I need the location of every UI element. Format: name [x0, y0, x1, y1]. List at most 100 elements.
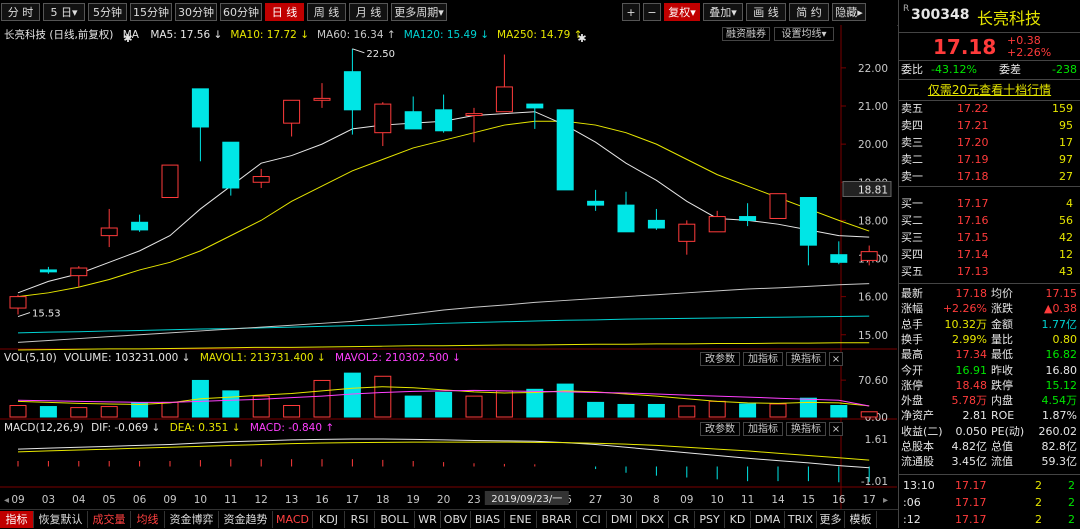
price-tick: 18.00 — [858, 215, 888, 227]
volume-bar — [556, 383, 574, 418]
tool-button-6[interactable]: 隐藏▸ — [832, 3, 866, 21]
bid-row-3: 买四 17.14 12 — [899, 246, 1080, 263]
period-button-0[interactable]: 分 时 — [1, 3, 40, 21]
volume-bar — [465, 395, 483, 418]
ask-row-3-label: 卖二 — [901, 153, 923, 166]
indicator-tab-8[interactable]: RSI — [345, 511, 375, 528]
macd-param-button[interactable]: 改参数 — [700, 422, 740, 436]
stat-value: 0.050 — [955, 424, 988, 438]
weibi-label: 委比 — [901, 63, 923, 76]
indicator-tab-18[interactable]: CR — [669, 511, 695, 528]
tool-button-5[interactable]: 简 约 — [789, 3, 829, 21]
ask-row-2-label: 卖三 — [901, 136, 923, 149]
stat-value: 2.81 — [962, 409, 988, 423]
stat-value: 16.82 — [1045, 348, 1078, 362]
period-button-3[interactable]: 15分钟 — [130, 3, 172, 21]
period-button-5[interactable]: 60分钟 — [220, 3, 262, 21]
indicator-tab-19[interactable]: PSY — [695, 511, 725, 528]
macd-add-button[interactable]: 加指标 — [743, 422, 783, 436]
period-button-1[interactable]: 5 日▾ — [43, 3, 85, 21]
margin-trading-button[interactable]: 融资融券 — [722, 27, 770, 41]
stat-label: 最高 — [901, 348, 923, 362]
high-annotation: 22.50 — [366, 49, 395, 60]
period-button-9[interactable]: 更多周期▾ — [391, 3, 447, 21]
period-button-6[interactable]: 日 线 — [265, 3, 304, 21]
tool-button-2[interactable]: 复权▾ — [664, 3, 700, 21]
volume-bar — [739, 403, 757, 418]
indicator-tab-20[interactable]: KD — [725, 511, 751, 528]
indicator-tab-9[interactable]: BOLL — [375, 511, 415, 528]
date-tick: 10 — [711, 494, 724, 506]
tool-button-4[interactable]: 画 线 — [746, 3, 786, 21]
indicator-tab-0[interactable]: 指标 — [0, 511, 34, 528]
weicha-value: -238 — [1052, 63, 1077, 76]
period-button-2[interactable]: 5分钟 — [88, 3, 127, 21]
tick-row-1: :06 17.17 2 2 — [899, 494, 1080, 511]
indicator-tab-6[interactable]: MACD — [273, 511, 313, 528]
period-button-8[interactable]: 月 线 — [349, 3, 388, 21]
stat-value: 16.80 — [1045, 363, 1078, 377]
scroll-left-icon[interactable]: ◂ — [4, 495, 9, 506]
stat-row-11: 流通股 3.45亿 流值 59.3亿 — [899, 454, 1080, 469]
mavol2-value: MAVOL2: 210302.500 ↓ — [335, 352, 461, 364]
indicator-tab-1[interactable]: 恢复默认 — [34, 511, 88, 528]
tool-button-1[interactable]: − — [643, 3, 661, 21]
indicator-tab-16[interactable]: DMI — [607, 511, 637, 528]
stat-label: 内盘 — [991, 394, 1013, 408]
scroll-right-icon[interactable]: ▸ — [883, 495, 888, 506]
vol-add-button[interactable]: 加指标 — [743, 352, 783, 366]
set-ma-button[interactable]: 设置均线▾ — [774, 27, 834, 41]
macd-close-icon[interactable]: × — [829, 422, 843, 436]
period-button-4[interactable]: 30分钟 — [175, 3, 217, 21]
vol-indicator-label: VOL(5,10) — [4, 352, 57, 364]
indicator-tab-11[interactable]: OBV — [441, 511, 471, 528]
ma-label: MA — [122, 29, 139, 41]
vol-close-icon[interactable]: × — [829, 352, 843, 366]
tick-vol: 2 — [1035, 513, 1042, 526]
indicator-tab-13[interactable]: ENE — [505, 511, 537, 528]
tick-price: 17.17 — [955, 479, 987, 492]
indicator-tab-10[interactable]: WR — [415, 511, 441, 528]
tick-dir: 2 — [1068, 479, 1075, 492]
indicator-tab-5[interactable]: 资金趋势 — [219, 511, 273, 528]
bid-row-0-label: 买一 — [901, 197, 923, 210]
tool-button-3[interactable]: 叠加▾ — [703, 3, 743, 21]
indicator-tab-21[interactable]: DMA — [751, 511, 785, 528]
stat-value: 4.82亿 — [951, 440, 988, 453]
volume-bar — [9, 405, 27, 418]
date-tick: 20 — [437, 494, 450, 506]
macd-tick: 1.61 — [865, 434, 888, 446]
ask-row-0-price: 17.22 — [957, 102, 989, 115]
bid-row-4-vol: 43 — [1059, 265, 1073, 278]
indicator-tab-14[interactable]: BRAR — [537, 511, 577, 528]
date-tick: 04 — [72, 494, 86, 506]
bid-row-4-label: 买五 — [901, 265, 923, 278]
indicator-tab-23[interactable]: 更多 — [817, 511, 845, 528]
indicator-tab-2[interactable]: 成交量 — [88, 511, 131, 528]
ma-value-4: MA250: 14.79 ↑ — [497, 29, 583, 41]
volume-bar — [647, 403, 665, 418]
last-price: 17.18 — [933, 35, 997, 59]
indicator-tab-22[interactable]: TRIX — [785, 511, 817, 528]
period-button-7[interactable]: 周 线 — [307, 3, 346, 21]
indicator-tab-12[interactable]: BIAS — [471, 511, 505, 528]
stat-row-5: 今开 16.91 昨收 16.80 — [899, 363, 1080, 378]
tick-dir: 2 — [1068, 496, 1075, 509]
indicator-tab-15[interactable]: CCI — [577, 511, 607, 528]
tool-button-0[interactable]: + — [622, 3, 640, 21]
stat-row-2: 总手 10.32万 金额 1.77亿 — [899, 317, 1080, 332]
vol-param-button[interactable]: 改参数 — [700, 352, 740, 366]
indicator-tab-4[interactable]: 资金博弈 — [165, 511, 219, 528]
macd-switch-button[interactable]: 换指标 — [786, 422, 826, 436]
stock-name: 长亮科技 — [977, 9, 1042, 28]
ask-row-1: 卖四 17.21 95 — [899, 117, 1080, 134]
level2-promo-link[interactable]: 仅需20元查看十档行情 — [899, 79, 1080, 101]
vol-switch-button[interactable]: 换指标 — [786, 352, 826, 366]
date-tick: 03 — [42, 494, 55, 506]
indicator-tab-7[interactable]: KDJ — [313, 511, 345, 528]
ask-row-4-price: 17.18 — [957, 170, 989, 183]
indicator-tab-3[interactable]: 均线 — [131, 511, 165, 528]
indicator-tab-24[interactable]: 模板 — [845, 511, 877, 528]
bid-row-4: 买五 17.13 43 — [899, 263, 1080, 280]
indicator-tab-17[interactable]: DKX — [637, 511, 669, 528]
